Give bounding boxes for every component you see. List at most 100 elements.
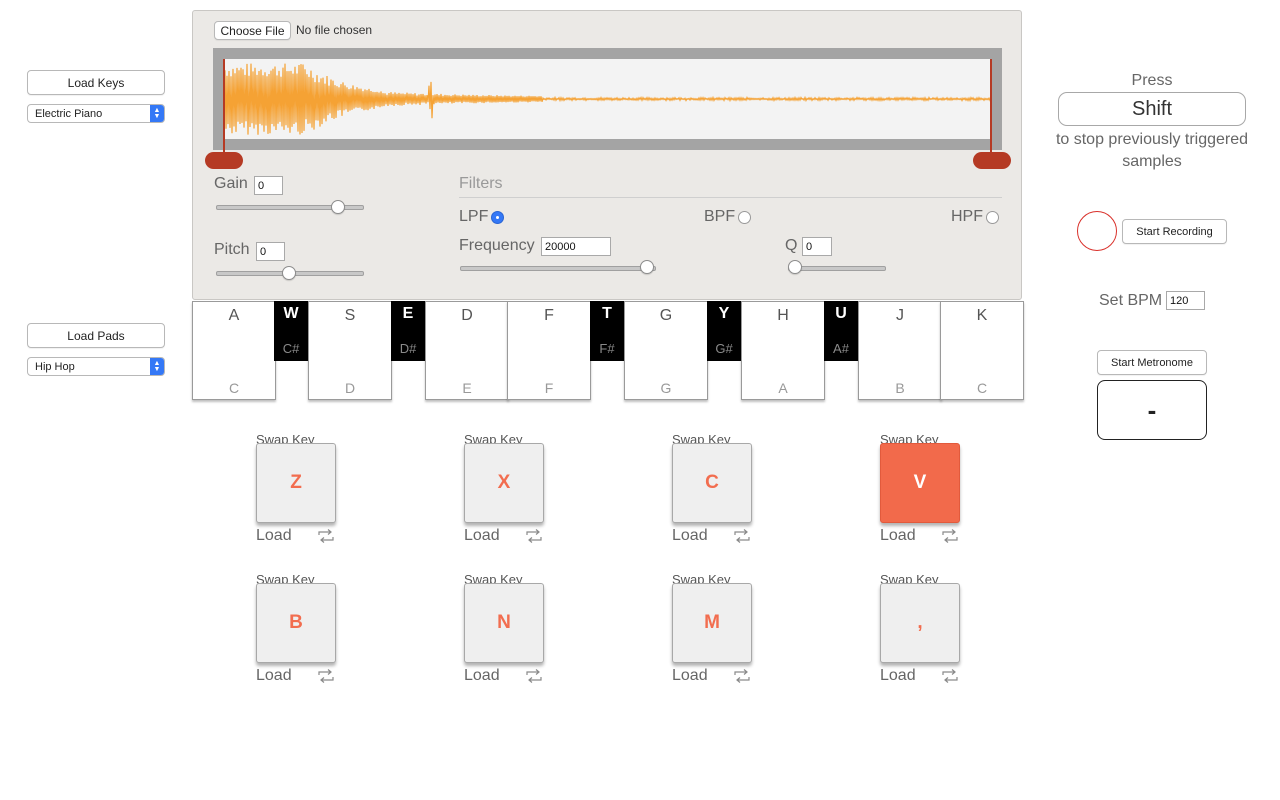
sample-pad[interactable]: C <box>672 443 752 523</box>
white-key[interactable]: AC <box>192 301 276 400</box>
key-shortcut-label: H <box>777 307 789 324</box>
key-note-label: D# <box>399 341 417 356</box>
pitch-slider-thumb[interactable] <box>282 266 296 280</box>
white-key[interactable]: JB <box>858 301 942 400</box>
select-arrows-icon: ▲ ▼ <box>150 105 164 122</box>
white-key[interactable]: KC <box>940 301 1024 400</box>
black-key[interactable]: E D# <box>391 301 425 361</box>
key-shortcut-label: D <box>461 307 473 324</box>
filters-title: Filters <box>459 175 503 192</box>
loop-icon[interactable] <box>316 529 336 543</box>
black-key[interactable]: W C# <box>274 301 308 361</box>
key-shortcut-label: Y <box>718 305 730 322</box>
white-key[interactable]: SD <box>308 301 392 400</box>
loop-icon[interactable] <box>316 669 336 683</box>
shift-key-display: Shift <box>1058 92 1246 126</box>
frequency-label: Frequency <box>459 237 535 254</box>
sample-pad[interactable]: N <box>464 583 544 663</box>
pad-load-link[interactable]: Load <box>256 667 292 685</box>
pads-kit-select[interactable]: Hip Hop ▲ ▼ <box>27 357 165 376</box>
press-label: Press <box>1131 72 1173 89</box>
select-arrows-icon: ▲ ▼ <box>150 358 164 375</box>
pad-load-link[interactable]: Load <box>464 527 500 545</box>
q-label: Q <box>785 237 798 254</box>
keys-instrument-value: Electric Piano <box>35 107 103 120</box>
pitch-input[interactable]: 0 <box>256 242 285 261</box>
gain-label: Gain <box>214 175 248 192</box>
start-metronome-button[interactable]: Start Metronome <box>1097 350 1207 375</box>
q-slider-thumb[interactable] <box>788 260 802 274</box>
file-status: No file chosen <box>296 23 373 37</box>
key-shortcut-label: U <box>835 305 847 322</box>
white-key[interactable]: DE <box>425 301 509 400</box>
key-shortcut-label: K <box>976 307 988 324</box>
sample-pad[interactable]: M <box>672 583 752 663</box>
loop-icon[interactable] <box>940 529 960 543</box>
trim-end-handle[interactable] <box>973 152 1011 169</box>
pad-load-link[interactable]: Load <box>880 527 916 545</box>
key-note-label: G# <box>715 341 733 356</box>
key-shortcut-label: J <box>896 307 904 324</box>
white-key[interactable]: HA <box>741 301 825 400</box>
start-recording-button[interactable]: Start Recording <box>1122 219 1227 244</box>
white-key[interactable]: GG <box>624 301 708 400</box>
sample-pad[interactable]: B <box>256 583 336 663</box>
sample-pad[interactable]: X <box>464 443 544 523</box>
hpf-radio[interactable] <box>986 211 999 224</box>
trim-start-handle[interactable] <box>205 152 243 169</box>
filters-divider <box>459 197 1002 198</box>
load-keys-button[interactable]: Load Keys <box>27 70 165 95</box>
metronome-display: - <box>1097 380 1207 440</box>
lpf-label: LPF <box>459 208 489 225</box>
key-note-label: B <box>895 380 905 396</box>
pad-load-link[interactable]: Load <box>464 667 500 685</box>
waveform-area[interactable] <box>223 59 992 139</box>
sample-pad[interactable]: V <box>880 443 960 523</box>
lpf-radio[interactable] <box>491 211 504 224</box>
pads-kit-value: Hip Hop <box>35 360 75 373</box>
key-note-label: D <box>344 380 356 396</box>
key-shortcut-label: G <box>659 307 673 324</box>
key-note-label: F# <box>599 341 615 356</box>
waveform-svg <box>223 63 992 135</box>
black-key[interactable]: Y G# <box>707 301 741 361</box>
key-shortcut-label: S <box>344 307 356 324</box>
load-pads-button[interactable]: Load Pads <box>27 323 165 348</box>
key-note-label: E <box>462 380 472 396</box>
pitch-label: Pitch <box>214 241 250 258</box>
black-key[interactable]: T F# <box>590 301 624 361</box>
bpf-radio[interactable] <box>738 211 751 224</box>
gain-slider-thumb[interactable] <box>330 200 345 214</box>
key-note-label: C <box>976 380 988 396</box>
bpm-label: Set BPM <box>1099 292 1163 309</box>
choose-file-button[interactable]: Choose File <box>214 21 291 40</box>
q-slider-track[interactable] <box>788 266 886 271</box>
loop-icon[interactable] <box>732 529 752 543</box>
loop-icon[interactable] <box>940 669 960 683</box>
trim-end-line <box>990 59 992 156</box>
gain-input[interactable]: 0 <box>254 176 283 195</box>
keys-instrument-select[interactable]: Electric Piano ▲ ▼ <box>27 104 165 123</box>
pad-load-link[interactable]: Load <box>880 667 916 685</box>
black-key[interactable]: U A# <box>824 301 858 361</box>
white-key[interactable]: FF <box>507 301 591 400</box>
key-note-label: C# <box>282 341 300 356</box>
key-shortcut-label: W <box>283 305 299 322</box>
pad-load-link[interactable]: Load <box>256 527 292 545</box>
bpm-input[interactable]: 120 <box>1166 291 1205 310</box>
key-note-label: C <box>228 380 240 396</box>
pad-load-link[interactable]: Load <box>672 667 708 685</box>
key-shortcut-label: T <box>602 305 612 322</box>
q-input[interactable]: 0 <box>802 237 832 256</box>
loop-icon[interactable] <box>524 529 544 543</box>
loop-icon[interactable] <box>732 669 752 683</box>
sample-pad[interactable]: , <box>880 583 960 663</box>
frequency-input[interactable]: 20000 <box>541 237 611 256</box>
frequency-slider-thumb[interactable] <box>640 260 654 274</box>
loop-icon[interactable] <box>524 669 544 683</box>
frequency-slider-track[interactable] <box>460 266 656 271</box>
pad-load-link[interactable]: Load <box>672 527 708 545</box>
key-note-label: A# <box>833 341 849 356</box>
sample-pad[interactable]: Z <box>256 443 336 523</box>
key-note-label: A <box>778 380 788 396</box>
